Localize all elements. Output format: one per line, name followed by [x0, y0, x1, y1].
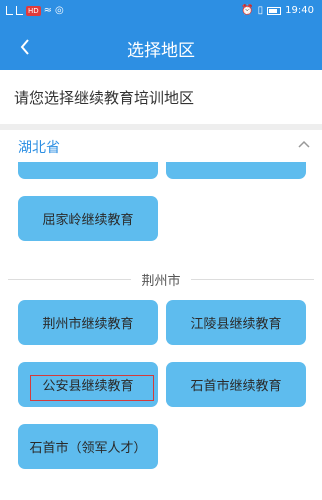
hd-badge: HD — [26, 5, 41, 16]
title-bar: 选择地区 — [0, 24, 322, 70]
highlight-box — [30, 375, 154, 401]
status-time: 19:40 — [285, 5, 314, 16]
region-button[interactable]: 屈家岭继续教育 — [18, 196, 158, 241]
region-button[interactable] — [166, 162, 306, 179]
alarm-icon: ⏰ — [241, 5, 254, 16]
region-list: 屈家岭继续教育 荆州市 荆州市继续教育 江陵县继续教育 公安县继续教育 石首市继… — [0, 162, 322, 500]
signal-icon — [16, 6, 23, 15]
region-button[interactable]: 石首市（领军人才） — [18, 424, 158, 469]
signal-icon — [6, 6, 13, 15]
status-bar: HD ≈ ◎ ⏰ ▯ 19:40 — [0, 0, 322, 24]
region-button[interactable]: 江陵县继续教育 — [166, 300, 306, 345]
vibrate-icon: ▯ — [257, 5, 264, 16]
chevron-up-icon — [298, 140, 310, 148]
city-label: 荆州市 — [0, 270, 322, 289]
wifi-icon: ≈ — [43, 5, 53, 16]
region-button[interactable] — [18, 162, 158, 179]
province-name: 湖北省 — [18, 140, 60, 156]
battery-icon — [267, 6, 282, 15]
region-button[interactable]: 荆州市继续教育 — [18, 300, 158, 345]
region-button[interactable]: 石首市继续教育 — [166, 362, 306, 407]
prompt-text: 请您选择继续教育培训地区 — [14, 89, 195, 107]
app-icon: ◎ — [55, 5, 64, 16]
page-title: 选择地区 — [127, 41, 195, 61]
prompt-area: 请您选择继续教育培训地区 — [0, 70, 322, 124]
province-header[interactable]: 湖北省 — [0, 130, 322, 162]
